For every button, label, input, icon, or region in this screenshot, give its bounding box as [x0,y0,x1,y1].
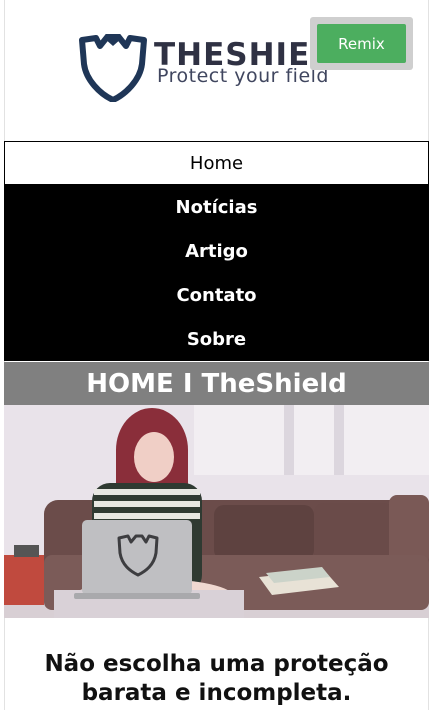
tagline-line-2: barata e incompleta. [81,680,352,706]
nav-item-home[interactable]: Home [4,141,429,185]
hero-illustration [4,405,429,618]
page-title: HOME I TheShield [4,362,429,405]
hero-tagline: Não escolha uma proteção barata e incomp… [4,650,429,708]
shield-icon [79,34,147,102]
logo-tagline: Protect your field [157,65,329,87]
remix-container: Remix [310,17,413,70]
nav-item-artigo[interactable]: Artigo [4,229,429,273]
remix-button[interactable]: Remix [317,24,406,63]
main-nav: Home Notícias Artigo Contato Sobre [4,141,429,361]
hero-image [4,405,429,618]
nav-item-contato[interactable]: Contato [4,273,429,317]
nav-item-noticias[interactable]: Notícias [4,185,429,229]
nav-item-sobre[interactable]: Sobre [4,317,429,361]
tagline-line-1: Não escolha uma proteção [44,651,389,677]
